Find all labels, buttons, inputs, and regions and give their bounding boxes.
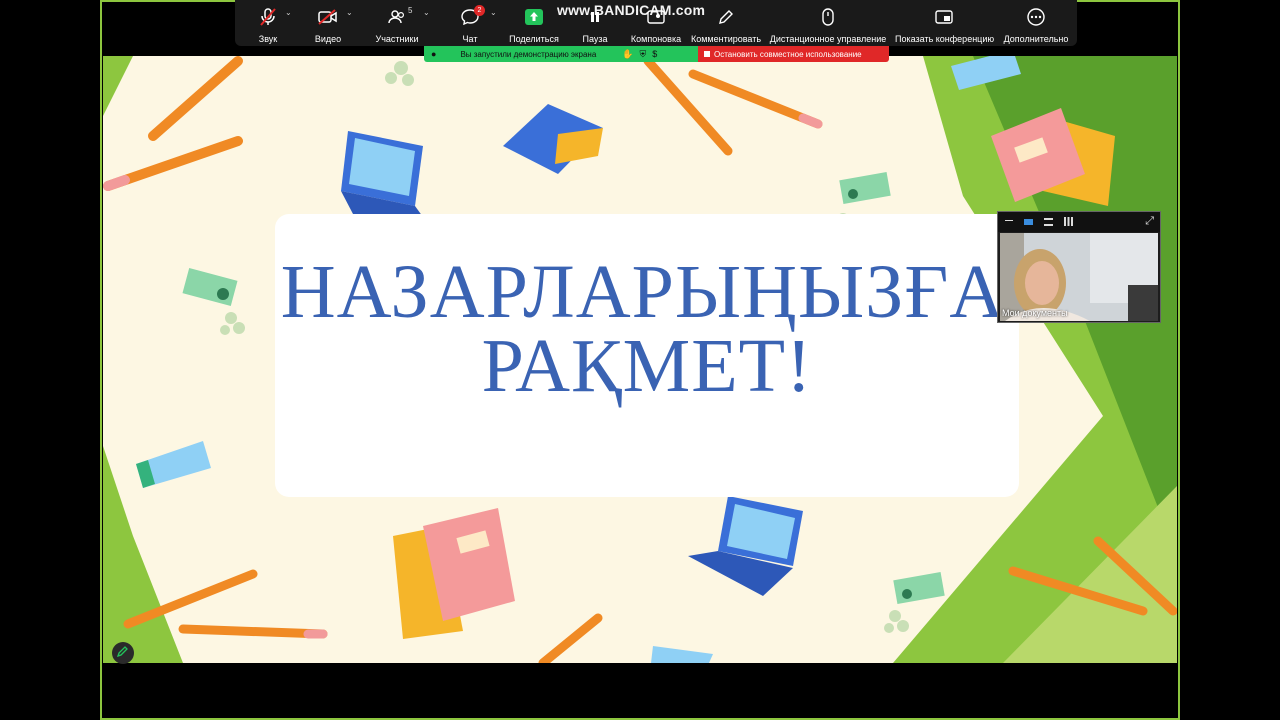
- camera-off-icon: [311, 6, 345, 28]
- audio-button[interactable]: Звук: [253, 6, 283, 44]
- chevron-down-icon[interactable]: ⌄: [423, 8, 430, 17]
- slide-title-line-1: НАЗАРЛАРЫҢЫЗҒА: [280, 250, 1006, 334]
- gallery-view-icon[interactable]: [1064, 217, 1073, 226]
- screen-share-banner: ● Вы запустили демонстрацию экрана ✋ ⛨ $: [424, 46, 698, 62]
- remote-control-button[interactable]: Дистанционное управление: [769, 6, 887, 44]
- pen-icon: [116, 644, 129, 662]
- participants-label: Участники: [375, 34, 419, 44]
- stop-sharing-label: Остановить совместное использование: [714, 49, 862, 59]
- eraser-icon: [136, 441, 211, 488]
- remote-control-label: Дистанционное управление: [769, 34, 887, 44]
- bandicam-watermark: www.BANDICAM.com: [557, 2, 706, 18]
- annotation-pen-button[interactable]: [112, 642, 134, 664]
- stop-sharing-button[interactable]: Остановить совместное использование: [698, 46, 889, 62]
- microphone-muted-icon: [253, 6, 283, 28]
- participants-count: 5: [408, 6, 413, 15]
- pause-label: Пауза: [582, 34, 608, 44]
- strip-view-icon[interactable]: [1044, 218, 1053, 226]
- pencil-case-icon: [503, 104, 603, 174]
- audio-label: Звук: [258, 34, 278, 44]
- pencil-icon: [103, 136, 243, 191]
- share-banner-text: Вы запустили демонстрацию экрана: [460, 49, 597, 59]
- presentation-slide: НАЗАРЛАРЫҢЫЗҒА РАҚМЕТ!: [103, 56, 1177, 663]
- speaker-view-icon[interactable]: [1024, 219, 1033, 225]
- chevron-down-icon[interactable]: ⌄: [285, 8, 292, 17]
- chevron-down-icon[interactable]: ⌄: [346, 8, 353, 17]
- slide-title-line-2: РАҚМЕТ!: [481, 324, 813, 408]
- pencil-icon: [538, 613, 603, 663]
- sharpener-icon: [182, 267, 238, 307]
- annotate-label: Комментировать: [690, 34, 762, 44]
- share-label: Поделиться: [509, 34, 559, 44]
- layout-label: Компоновка: [630, 34, 682, 44]
- title-card: НАЗАРЛАРЫҢЫЗҒА РАҚМЕТ!: [275, 214, 1019, 497]
- chevron-down-icon[interactable]: ⌄: [490, 8, 497, 17]
- video-button[interactable]: Видео: [311, 6, 345, 44]
- dollar-icon[interactable]: $: [652, 49, 657, 59]
- remote-control-icon: [769, 6, 887, 28]
- show-meeting-label: Показать конференцию: [895, 34, 995, 44]
- share-button[interactable]: Поделиться: [509, 6, 559, 44]
- share-screen-icon: [509, 6, 559, 28]
- pencil-icon: [688, 69, 823, 129]
- shield-icon[interactable]: ⛨: [639, 49, 646, 60]
- stop-icon: [704, 51, 710, 57]
- laptop-icon: [688, 496, 803, 596]
- show-meeting-icon: [895, 6, 993, 28]
- chat-unread-badge: 2: [474, 5, 485, 16]
- expand-icon[interactable]: ⤢: [1145, 215, 1154, 228]
- chat-label: Чат: [462, 34, 478, 44]
- eraser-icon: [651, 646, 713, 663]
- notebook-icon: [393, 508, 515, 639]
- pencil-icon: [148, 56, 243, 141]
- sharpener-icon: [839, 172, 891, 204]
- more-label: Дополнительно: [1003, 34, 1069, 44]
- video-toolbar: ⤢: [998, 212, 1160, 232]
- participant-video[interactable]: ⤢ Мои документы: [997, 211, 1161, 323]
- green-shape-left-top: [103, 56, 133, 116]
- share-status-icon: ●: [431, 49, 437, 59]
- flower-icon: [220, 312, 245, 335]
- more-icon: [1001, 6, 1071, 28]
- sharpener-icon: [893, 572, 945, 604]
- hand-icon[interactable]: ✋: [622, 49, 633, 60]
- flower-icon: [385, 61, 414, 86]
- pencil-icon: [643, 56, 733, 156]
- more-button[interactable]: Дополнительно: [1001, 6, 1071, 44]
- flower-icon: [884, 610, 909, 633]
- video-label: Видео: [314, 34, 342, 44]
- participant-name: Мои документы: [1002, 308, 1068, 318]
- minimize-icon[interactable]: [1005, 220, 1013, 221]
- pencil-icon: [178, 624, 328, 639]
- show-meeting-button[interactable]: Показать конференцию: [895, 6, 995, 44]
